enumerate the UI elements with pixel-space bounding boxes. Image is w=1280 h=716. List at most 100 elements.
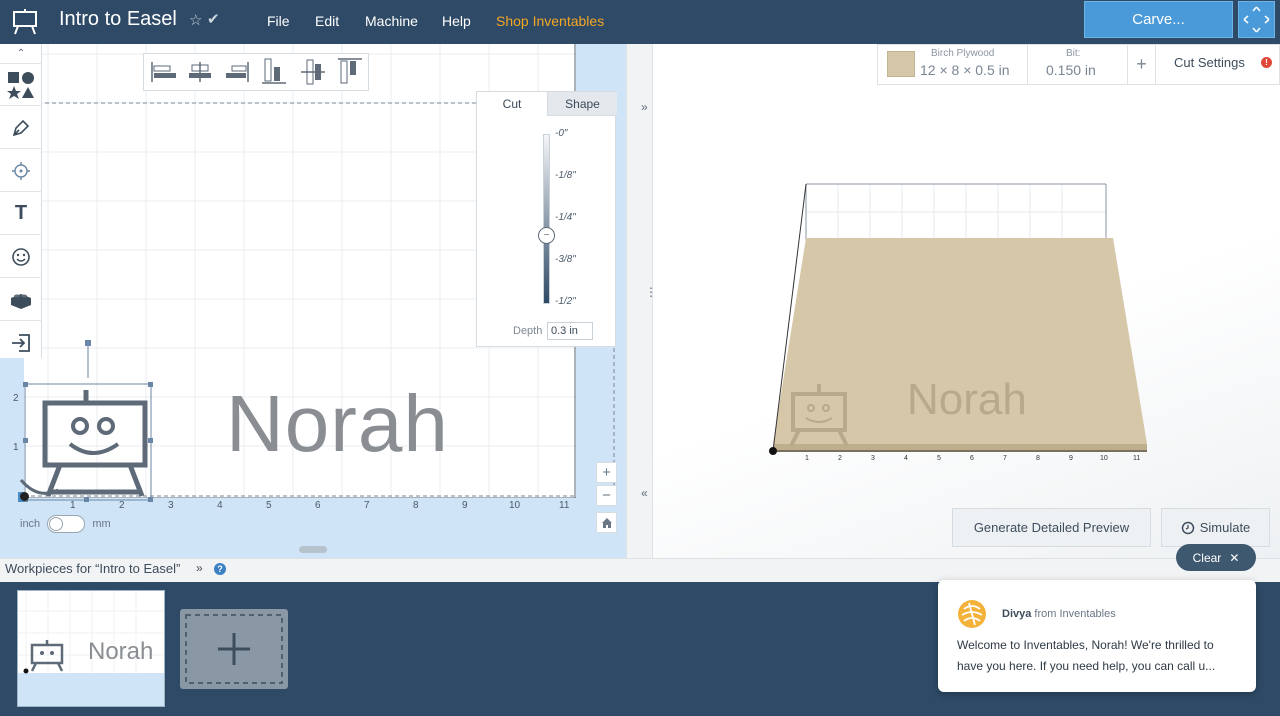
chat-message-text: Welcome to Inventables, Norah! We're thr… xyxy=(957,638,1216,673)
material-swatch xyxy=(887,51,915,77)
material-selector[interactable]: Birch Plywood 12 × 8 × 0.5 in xyxy=(878,45,1028,84)
svg-text:11: 11 xyxy=(1133,455,1140,462)
expand-left-icon[interactable]: « xyxy=(641,486,648,500)
text-t-icon: T xyxy=(14,202,28,224)
svg-text:5: 5 xyxy=(937,455,941,462)
generate-detailed-preview-button[interactable]: Generate Detailed Preview xyxy=(952,508,1151,547)
tab-cut[interactable]: Cut xyxy=(477,92,547,116)
tab-shape[interactable]: Shape xyxy=(547,92,617,116)
easel-logo-icon[interactable] xyxy=(12,8,38,36)
depth-tick: -0" xyxy=(555,128,568,139)
svg-text:8: 8 xyxy=(1036,455,1040,462)
home-view-button[interactable] xyxy=(596,512,617,533)
svg-text:1: 1 xyxy=(805,455,809,462)
text-tool[interactable]: T xyxy=(0,193,42,235)
align-top-icon[interactable] xyxy=(338,58,362,84)
unit-switch[interactable] xyxy=(47,515,86,533)
workpieces-label: Workpieces for “Intro to Easel” xyxy=(5,561,181,576)
import-tool[interactable] xyxy=(0,322,42,364)
panel-divider[interactable]: » ⋮ « xyxy=(626,44,657,558)
expand-arrows-icon xyxy=(1243,6,1270,33)
depth-tick: -1/2" xyxy=(555,296,576,307)
svg-text:6: 6 xyxy=(970,455,974,462)
norah-text-object[interactable]: Norah xyxy=(226,378,449,470)
expand-right-icon[interactable]: » xyxy=(641,100,648,114)
add-bit-button[interactable]: + xyxy=(1128,45,1156,84)
icon-library-tool[interactable] xyxy=(0,236,42,278)
menu-machine[interactable]: Machine xyxy=(365,13,418,29)
depth-tick: -3/8" xyxy=(555,254,576,265)
shapes-tool[interactable] xyxy=(0,64,42,106)
easel-robot-object[interactable] xyxy=(18,340,158,504)
menu-file[interactable]: File xyxy=(267,13,290,29)
unit-inch-label: inch xyxy=(20,517,41,530)
shapes-icon xyxy=(7,71,34,99)
add-workpiece-button[interactable] xyxy=(180,609,288,689)
clear-notifications-button[interactable]: Clear ✕ xyxy=(1176,544,1256,571)
pen-icon xyxy=(12,119,30,136)
material-settings-bar: Birch Plywood 12 × 8 × 0.5 in Bit: 0.150… xyxy=(877,44,1280,85)
depth-input[interactable]: 0.3 in xyxy=(547,322,593,340)
point-tool[interactable] xyxy=(0,150,42,192)
workpiece-thumbnail[interactable]: Norah xyxy=(17,590,165,707)
cut-settings-button[interactable]: Cut Settings ! xyxy=(1156,45,1279,84)
pen-tool[interactable] xyxy=(0,107,42,149)
menu-edit[interactable]: Edit xyxy=(315,13,339,29)
svg-text:9: 9 xyxy=(1069,455,1073,462)
x-tick: 6 xyxy=(315,500,321,511)
chat-message-card[interactable]: Divya from Inventables Welcome to Invent… xyxy=(938,580,1256,692)
svg-text:7: 7 xyxy=(1003,455,1007,462)
svg-text:2: 2 xyxy=(838,455,842,462)
3d-x-ticks: 1 2 3 4 5 6 7 8 9 10 11 xyxy=(805,455,1140,462)
workpieces-toggle-icon[interactable]: » xyxy=(196,561,203,575)
x-tick: 10 xyxy=(509,500,521,511)
zoom-in-button[interactable]: + xyxy=(596,462,617,483)
x-tick: 2 xyxy=(119,500,125,511)
menu-shop-inventables[interactable]: Shop Inventables xyxy=(496,13,604,29)
add-plus-icon xyxy=(185,614,283,684)
expand-view-button[interactable] xyxy=(1238,1,1275,38)
3d-preview-board: Norah 1 2 3 4 5 6 7 8 9 10 11 xyxy=(769,183,1147,462)
material-size: 12 × 8 × 0.5 in xyxy=(920,62,1010,78)
chevron-up-icon: ⌃ xyxy=(16,48,26,59)
horizontal-scrollbar[interactable] xyxy=(299,546,327,553)
sender-org: from Inventables xyxy=(1034,608,1116,620)
depth-slider-track[interactable] xyxy=(543,134,550,304)
bit-label: Bit: xyxy=(1066,48,1081,59)
x-tick: 7 xyxy=(364,500,370,511)
project-title[interactable]: Intro to Easel xyxy=(59,8,177,31)
cut-shape-panel: Cut Shape − -0" -1/8" -1/4" -3/8" -1/2" … xyxy=(476,91,617,347)
bit-selector[interactable]: Bit: 0.150 in xyxy=(1028,45,1128,84)
align-center-icon[interactable] xyxy=(189,62,211,82)
svg-text:4: 4 xyxy=(904,455,908,462)
align-left-icon[interactable] xyxy=(151,62,176,82)
apps-tool[interactable] xyxy=(0,279,42,321)
inventables-avatar-icon xyxy=(958,600,986,628)
align-middle-icon[interactable] xyxy=(301,59,325,85)
zoom-out-button[interactable]: − xyxy=(596,485,617,506)
3d-norah-engraving: Norah xyxy=(907,375,1027,424)
x-tick: 1 xyxy=(70,500,76,511)
collapse-tools-button[interactable]: ⌃ xyxy=(0,44,42,64)
x-tick: 4 xyxy=(217,500,223,511)
unit-mm-label: mm xyxy=(92,517,111,530)
align-right-icon[interactable] xyxy=(226,62,249,82)
carve-button[interactable]: Carve... xyxy=(1084,1,1233,38)
depth-slider-handle[interactable]: − xyxy=(538,227,555,244)
help-icon[interactable]: ? xyxy=(214,563,226,575)
unit-toggle[interactable]: inch mm xyxy=(20,515,111,533)
easel-app: Intro to Easel ☆ ✔ File Edit Machine Hel… xyxy=(0,0,1280,716)
favorite-star-icon[interactable]: ☆ xyxy=(189,11,202,29)
3d-preview-area[interactable]: Norah 1 2 3 4 5 6 7 8 9 10 11 xyxy=(653,44,1280,558)
clock-icon xyxy=(1181,521,1194,534)
tool-sidebar: ⌃ T xyxy=(0,44,42,358)
depth-label: Depth xyxy=(513,325,543,337)
material-name: Birch Plywood xyxy=(931,48,995,59)
menu-help[interactable]: Help xyxy=(442,13,471,29)
simulate-button[interactable]: Simulate xyxy=(1161,508,1270,547)
y-tick: 2 xyxy=(13,393,19,404)
align-bottom-icon[interactable] xyxy=(262,58,286,84)
bit-value: 0.150 in xyxy=(1046,62,1096,78)
top-bar: Intro to Easel ☆ ✔ File Edit Machine Hel… xyxy=(0,0,1280,44)
x-tick: 11 xyxy=(559,500,570,511)
